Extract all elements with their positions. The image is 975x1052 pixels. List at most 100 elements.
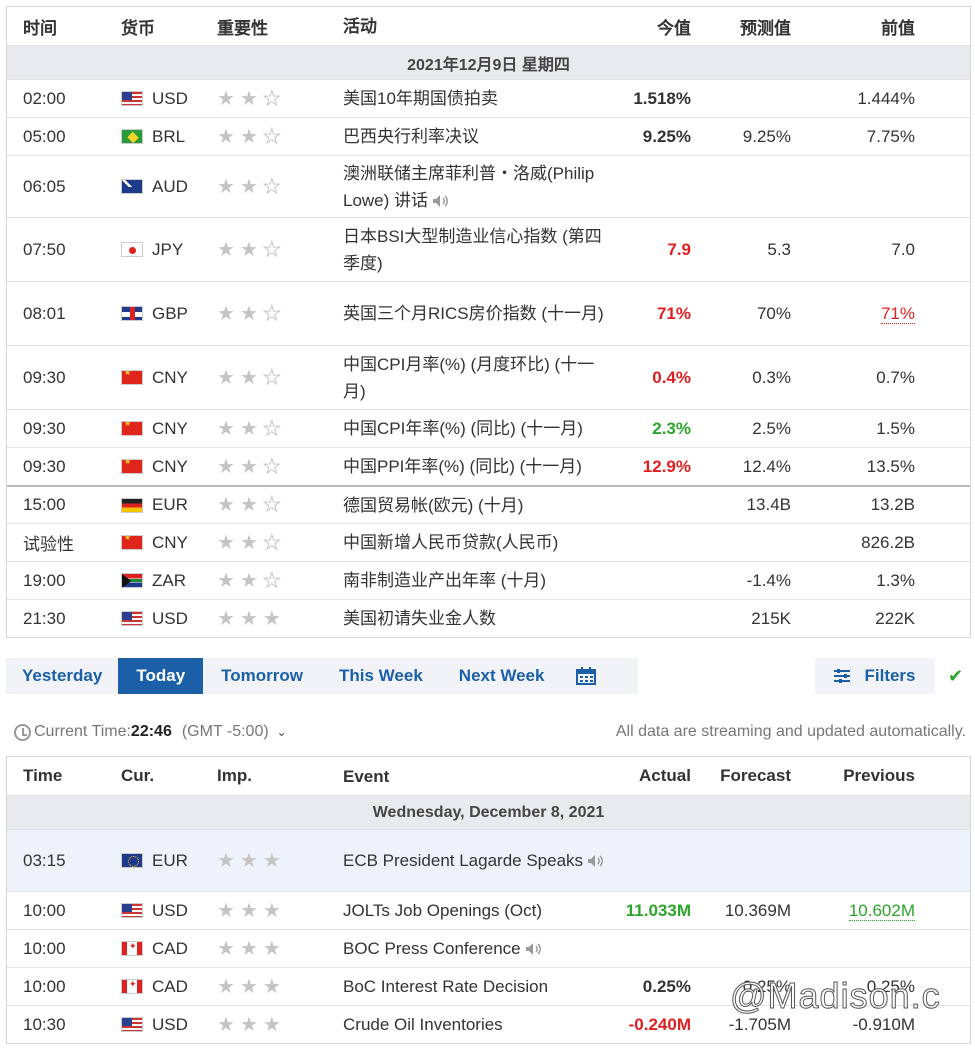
table-row[interactable]: 09:30CNY★★★中国CPI月率(%) (月度环比) (十一月)0.4%0.… xyxy=(7,345,970,409)
event-title[interactable]: 南非制造业产出年率 (十月) xyxy=(343,571,546,590)
timezone-select[interactable]: (GMT -5:00) ⌄ xyxy=(182,723,287,741)
table-row[interactable]: 10:00 USD ★ ★ ★ JOLTs Job Openings (Oct) 11.03… xyxy=(7,891,970,929)
event-title[interactable]: 澳洲联储主席菲利普・洛威(Philip Lowe) 讲话 xyxy=(343,164,594,210)
table-row[interactable]: 10:00CAD★★★BOC Press Conference xyxy=(7,929,970,967)
table-row[interactable]: 07:50 JPY ★ ★ ★ 日本BSI大型制造业信心指数 (第四季度) 7.9 5.3 7.… xyxy=(7,217,970,281)
star-filled-icon: ★ xyxy=(217,87,235,110)
tab-today[interactable]: Today xyxy=(118,658,204,694)
star-empty-icon: ★ xyxy=(262,87,281,110)
table-row[interactable]: 06:05 AUD ★ ★ ★ 澳洲联储主席菲利普・洛威(Philip Lowe) 讲话 xyxy=(7,155,970,217)
previous-value: 222K xyxy=(791,609,915,629)
currency-cell: CNY xyxy=(107,419,207,439)
event-title[interactable]: 美国初请失业金人数 xyxy=(343,609,496,628)
flag-us-icon xyxy=(121,611,143,626)
previous-value: 0.7% xyxy=(791,368,915,388)
star-empty-icon: ★ xyxy=(262,175,281,198)
event-time: 09:30 xyxy=(23,418,66,438)
star-empty-icon: ★ xyxy=(262,417,281,440)
filter-sliders-icon xyxy=(834,669,851,683)
star-filled-icon: ★ xyxy=(217,125,235,148)
event-title[interactable]: ECB President Lagarde Speaks xyxy=(343,851,583,870)
table-row[interactable]: 02:00 USD ★ ★ ★ 美国10年期国债拍卖 1.518% 1.444% xyxy=(7,79,970,117)
star-filled-icon: ★ xyxy=(239,1013,258,1036)
table-row[interactable]: 03:15 EUR ★ ★ ★ ECB President Lagarde Speaks xyxy=(7,829,970,891)
event-title[interactable]: BoC Interest Rate Decision xyxy=(343,977,548,996)
event-name[interactable]: Crude Oil Inventories xyxy=(337,1011,607,1038)
filters-button[interactable]: Filters xyxy=(815,658,935,694)
tab-this-week[interactable]: This Week xyxy=(321,658,441,694)
event-title[interactable]: 巴西央行利率决议 xyxy=(343,127,479,146)
event-time: 03:15 xyxy=(23,850,66,870)
event-name[interactable]: 日本BSI大型制造业信心指数 (第四季度) xyxy=(337,223,607,277)
event-title[interactable]: 中国CPI月率(%) (月度环比) (十一月) xyxy=(343,355,594,401)
event-name[interactable]: BOC Press Conference xyxy=(337,935,607,962)
table-row[interactable]: 试验性CNY★★★中国新增人民币贷款(人民币)826.2B xyxy=(7,523,970,561)
event-name[interactable]: BoC Interest Rate Decision xyxy=(337,973,607,1000)
currency-code: ZAR xyxy=(152,570,186,590)
star-filled-icon: ★ xyxy=(217,494,235,516)
event-title[interactable]: Crude Oil Inventories xyxy=(343,1015,503,1034)
event-name[interactable]: 中国新增人民币贷款(人民币) xyxy=(337,529,607,556)
table-row[interactable]: 05:00 BRL ★ ★ ★ 巴西央行利率决议 9.25% 9.25% 7.75% xyxy=(7,117,970,155)
event-title[interactable]: 中国CPI年率(%) (同比) (十一月) xyxy=(343,419,583,438)
actual-value: 0.4% xyxy=(652,367,691,387)
event-name[interactable]: ECB President Lagarde Speaks xyxy=(337,847,607,874)
event-title[interactable]: 日本BSI大型制造业信心指数 (第四季度) xyxy=(343,227,602,273)
event-name[interactable]: 英国三个月RICS房价指数 (十一月) xyxy=(337,300,607,327)
col-previous-header: Previous xyxy=(843,766,915,785)
table-row[interactable]: 21:30 USD ★ ★ ★ 美国初请失业金人数 215K 222K xyxy=(7,599,970,637)
event-name[interactable]: 澳洲联储主席菲利普・洛威(Philip Lowe) 讲话 xyxy=(337,160,607,214)
table-row[interactable]: 08:01 GBP ★ ★ ★ 英国三个月RICS房价指数 (十一月) 71% 70% 71% xyxy=(7,281,970,345)
col-importance-header: 重要性 xyxy=(217,18,268,38)
actual-value: 7.9 xyxy=(667,239,691,259)
event-time: 试验性 xyxy=(23,535,74,554)
event-name[interactable]: 德国贸易帐(欧元) (十月) xyxy=(337,492,607,519)
event-title[interactable]: 德国贸易帐(欧元) (十月) xyxy=(343,496,523,515)
event-time: 10:00 xyxy=(23,900,66,920)
star-empty-icon: ★ xyxy=(262,531,281,554)
event-title[interactable]: 中国新增人民币贷款(人民币) xyxy=(343,533,558,552)
tab-next-week[interactable]: Next Week xyxy=(441,658,563,694)
event-name[interactable]: 中国CPI年率(%) (同比) (十一月) xyxy=(337,415,607,442)
actual-value: 1.518% xyxy=(633,88,691,108)
event-title[interactable]: 英国三个月RICS房价指数 (十一月) xyxy=(343,304,604,323)
streaming-notice: All data are streaming and updated autom… xyxy=(615,723,966,740)
table-row[interactable]: 09:30CNY★★★中国CPI年率(%) (同比) (十一月)2.3%2.5%… xyxy=(7,409,970,447)
table-row[interactable]: 09:30CNY★★★中国PPI年率(%) (同比) (十一月)12.9%12.… xyxy=(7,447,970,485)
event-name[interactable]: 巴西央行利率决议 xyxy=(337,123,607,150)
event-title[interactable]: 中国PPI年率(%) (同比) (十一月) xyxy=(343,457,582,476)
flag-gb-icon xyxy=(121,306,143,321)
previous-value: 71% xyxy=(791,303,915,324)
event-title[interactable]: BOC Press Conference xyxy=(343,939,521,958)
event-title[interactable]: JOLTs Job Openings (Oct) xyxy=(343,901,542,920)
table-row[interactable]: 19:00 ZAR ★ ★ ★ 南非制造业产出年率 (十月) -1.4% 1.3% xyxy=(7,561,970,599)
calendar-icon[interactable] xyxy=(562,658,610,694)
importance-stars: ★ ★ ★ xyxy=(207,238,337,261)
event-title[interactable]: 美国10年期国债拍卖 xyxy=(343,89,498,108)
tab-yesterday[interactable]: Yesterday xyxy=(6,658,118,694)
currency-code: EUR xyxy=(152,850,188,870)
event-name[interactable]: JOLTs Job Openings (Oct) xyxy=(337,897,607,924)
tab-tomorrow[interactable]: Tomorrow xyxy=(203,658,321,694)
forecast-value: 70% xyxy=(756,303,791,323)
filters-label: Filters xyxy=(864,666,916,685)
event-name[interactable]: 中国PPI年率(%) (同比) (十一月) xyxy=(337,453,607,480)
event-time: 21:30 xyxy=(23,608,66,628)
star-filled-icon: ★ xyxy=(217,238,235,261)
actual-value: 12.9% xyxy=(642,456,691,476)
table-row[interactable]: 15:00 EUR ★ ★ ★ 德国贸易帐(欧元) (十月) 13.4B 13.2B xyxy=(7,485,970,523)
event-name[interactable]: 南非制造业产出年率 (十月) xyxy=(337,567,607,594)
event-name[interactable]: 美国初请失业金人数 xyxy=(337,605,607,632)
currency-code: AUD xyxy=(152,176,188,196)
current-time-value: 22:46 xyxy=(130,723,172,740)
event-name[interactable]: 中国CPI月率(%) (月度环比) (十一月) xyxy=(337,351,607,405)
event-time: 09:30 xyxy=(23,367,66,387)
currency-cell: CNY xyxy=(107,457,207,477)
importance-stars: ★ ★ ★ xyxy=(207,609,337,629)
star-filled-icon: ★ xyxy=(239,531,258,554)
currency-code: CNY xyxy=(152,532,188,552)
previous-value: 13.5% xyxy=(791,457,915,477)
star-filled-icon: ★ xyxy=(239,494,258,516)
event-name[interactable]: 美国10年期国债拍卖 xyxy=(337,85,607,112)
event-time: 10:00 xyxy=(23,976,66,996)
